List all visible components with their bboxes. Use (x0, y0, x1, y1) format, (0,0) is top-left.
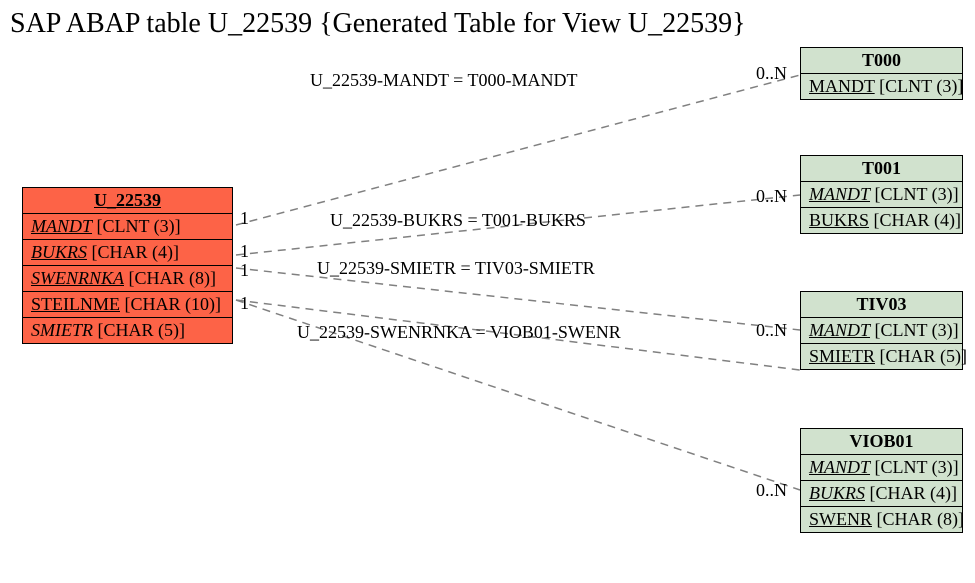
entity-u22539-header: U_22539 (23, 188, 232, 213)
entity-field: SWENRNKA [CHAR (8)] (23, 265, 232, 291)
page-title: SAP ABAP table U_22539 {Generated Table … (10, 8, 746, 40)
field-type: [CHAR (4)] (870, 483, 958, 503)
field-name: MANDT (809, 76, 875, 96)
entity-field: MANDT [CLNT (3)] (801, 73, 962, 99)
entity-field: MANDT [CLNT (3)] (23, 213, 232, 239)
entity-field: SMIETR [CHAR (5)] (23, 317, 232, 343)
field-name: MANDT (809, 184, 870, 204)
field-type: [CLNT (3)] (875, 320, 959, 340)
field-name: SMIETR (31, 320, 93, 340)
cardinality-left: 1 (240, 208, 249, 229)
cardinality-right: 0..N (756, 186, 787, 207)
field-type: [CLNT (3)] (879, 76, 963, 96)
field-name: SWENRNKA (31, 268, 124, 288)
entity-field: SMIETR [CHAR (5)] (801, 343, 962, 369)
entity-t000: T000 MANDT [CLNT (3)] (800, 47, 963, 100)
field-name: MANDT (809, 457, 870, 477)
entity-t001-header: T001 (801, 156, 962, 181)
cardinality-right: 0..N (756, 63, 787, 84)
field-name: BUKRS (809, 483, 865, 503)
entity-field: MANDT [CLNT (3)] (801, 317, 962, 343)
field-name: SMIETR (809, 346, 875, 366)
field-type: [CLNT (3)] (97, 216, 181, 236)
field-name: STEILNME (31, 294, 120, 314)
entity-u22539: U_22539 MANDT [CLNT (3)] BUKRS [CHAR (4)… (22, 187, 233, 344)
entity-viob01: VIOB01 MANDT [CLNT (3)] BUKRS [CHAR (4)]… (800, 428, 963, 533)
entity-viob01-header: VIOB01 (801, 429, 962, 454)
entity-t001: T001 MANDT [CLNT (3)] BUKRS [CHAR (4)] (800, 155, 963, 234)
field-type: [CHAR (8)] (877, 509, 965, 529)
field-name: BUKRS (31, 242, 87, 262)
field-name: MANDT (31, 216, 92, 236)
field-type: [CLNT (3)] (875, 457, 959, 477)
entity-field: STEILNME [CHAR (10)] (23, 291, 232, 317)
cardinality-right: 0..N (756, 320, 787, 341)
cardinality-right: 0..N (756, 480, 787, 501)
entity-tiv03-header: TIV03 (801, 292, 962, 317)
field-type: [CLNT (3)] (875, 184, 959, 204)
entity-field: BUKRS [CHAR (4)] (801, 480, 962, 506)
entity-header-label: U_22539 (94, 190, 161, 210)
entity-tiv03: TIV03 MANDT [CLNT (3)] SMIETR [CHAR (5)] (800, 291, 963, 370)
entity-field: MANDT [CLNT (3)] (801, 181, 962, 207)
entity-t000-header: T000 (801, 48, 962, 73)
field-type: [CHAR (10)] (125, 294, 222, 314)
entity-field: BUKRS [CHAR (4)] (801, 207, 962, 233)
cardinality-left: 1 (240, 260, 249, 281)
cardinality-left: 1 (240, 241, 249, 262)
field-name: SWENR (809, 509, 872, 529)
entity-field: MANDT [CLNT (3)] (801, 454, 962, 480)
entity-header-label: TIV03 (856, 294, 906, 314)
relation-label: U_22539-MANDT = T000-MANDT (310, 70, 577, 91)
field-type: [CHAR (5)] (880, 346, 968, 366)
entity-header-label: T001 (862, 158, 901, 178)
diagram-canvas: SAP ABAP table U_22539 {Generated Table … (0, 0, 975, 583)
field-name: MANDT (809, 320, 870, 340)
field-type: [CHAR (4)] (874, 210, 962, 230)
relation-label: U_22539-SMIETR = TIV03-SMIETR (317, 258, 595, 279)
entity-field: BUKRS [CHAR (4)] (23, 239, 232, 265)
field-type: [CHAR (4)] (92, 242, 180, 262)
field-type: [CHAR (5)] (98, 320, 186, 340)
field-type: [CHAR (8)] (129, 268, 217, 288)
field-name: BUKRS (809, 210, 869, 230)
entity-header-label: T000 (862, 50, 901, 70)
entity-field: SWENR [CHAR (8)] (801, 506, 962, 532)
relation-label: U_22539-BUKRS = T001-BUKRS (330, 210, 586, 231)
cardinality-left: 1 (240, 293, 249, 314)
relation-label: U_22539-SWENRNKA = VIOB01-SWENR (297, 322, 621, 343)
entity-header-label: VIOB01 (849, 431, 913, 451)
